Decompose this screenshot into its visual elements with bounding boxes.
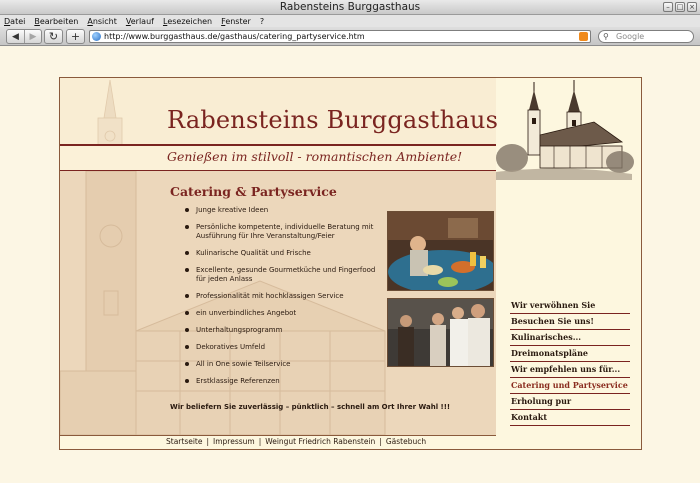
reload-button[interactable]: ↻ [44, 29, 63, 44]
sidebar-navigation: Wir verwöhnen Sie Besuchen Sie uns! Kuli… [510, 298, 630, 426]
footer-separator: | [258, 437, 262, 446]
list-item: Dekoratives Umfeld [185, 343, 385, 352]
back-button[interactable]: ◀ [7, 30, 24, 43]
nav-item-kontakt[interactable]: Kontakt [510, 410, 630, 426]
maximize-button[interactable]: □ [675, 2, 685, 12]
list-item: Unterhaltungsprogramm [185, 326, 385, 335]
footer-link-startseite[interactable]: Startseite [166, 437, 202, 446]
navigation-toolbar: ◀ ▶ ↻ + http://www.burggasthaus.de/gasth… [0, 27, 700, 46]
nav-item-dreimonatsplaene[interactable]: Dreimonatspläne [510, 346, 630, 362]
url-text[interactable]: http://www.burggasthaus.de/gasthaus/cate… [104, 31, 365, 42]
list-item: Excellente, gesunde Gourmetküche und Fin… [185, 266, 385, 284]
plus-icon: + [70, 30, 81, 43]
church-illustration-icon [496, 80, 634, 180]
forward-button[interactable]: ▶ [24, 30, 41, 43]
nav-item-wir-empfehlen-uns[interactable]: Wir empfehlen uns für... [510, 362, 630, 378]
list-item: Professionalität mit hochklassigen Servi… [185, 292, 385, 301]
catering-buffet-photo [387, 211, 494, 291]
menu-lesezeichen[interactable]: Lesezeichen [163, 17, 212, 26]
site-title: Rabensteins Burggasthaus [167, 106, 499, 134]
window-title: Rabensteins Burggasthaus [279, 1, 421, 13]
nav-item-besuchen-sie-uns[interactable]: Besuchen Sie uns! [510, 314, 630, 330]
footer-link-gaestebuch[interactable]: Gästebuch [386, 437, 426, 446]
menu-datei[interactable]: Datei [4, 17, 25, 26]
window-titlebar: Rabensteins Burggasthaus – □ × [0, 0, 700, 15]
address-bar[interactable]: http://www.burggasthaus.de/gasthaus/cate… [89, 30, 591, 43]
page-viewport: Rabensteins Burggasthaus Genießen im sti… [0, 47, 700, 483]
list-item: Kulinarische Qualität und Frische [185, 249, 385, 258]
menu-bearbeiten[interactable]: Bearbeiten [34, 17, 78, 26]
nav-item-catering-partyservice[interactable]: Catering und Partyservice [510, 378, 630, 394]
search-box[interactable]: ⚲ [598, 30, 694, 43]
reload-icon: ↻ [48, 30, 59, 43]
menu-ansicht[interactable]: Ansicht [87, 17, 117, 26]
footer-navigation: Startseite | Impressum | Weingut Friedri… [166, 437, 426, 446]
minimize-button[interactable]: – [663, 2, 673, 12]
close-button[interactable]: × [687, 2, 697, 12]
list-item: Persönliche kompetente, individuelle Ber… [185, 223, 385, 241]
nav-item-erholung-pur[interactable]: Erholung pur [510, 394, 630, 410]
closing-statement: Wir beliefern Sie zuverlässig – pünktlic… [170, 403, 451, 411]
site-favicon-icon [92, 32, 101, 41]
list-item: Erstklassige Referenzen [185, 377, 385, 386]
content-area: Catering & Partyservice Junge kreative I… [60, 171, 496, 435]
menubar: Datei Bearbeiten Ansicht Verlauf Lesezei… [0, 15, 700, 27]
search-icon: ⚲ [603, 32, 609, 41]
footer-separator: | [206, 437, 210, 446]
service-staff-photo [387, 298, 494, 367]
list-item: Junge kreative Ideen [185, 206, 385, 215]
back-forward-group: ◀ ▶ [6, 29, 42, 44]
list-item: ein unverbindliches Angebot [185, 309, 385, 318]
footer-link-impressum[interactable]: Impressum [213, 437, 255, 446]
back-arrow-icon: ◀ [12, 31, 19, 42]
search-input[interactable] [616, 31, 690, 42]
list-item: All in One sowie Teilservice [185, 360, 385, 369]
nav-item-wir-verwoehnen-sie[interactable]: Wir verwöhnen Sie [510, 298, 630, 314]
menu-fenster[interactable]: Fenster [221, 17, 251, 26]
new-tab-button[interactable]: + [66, 29, 85, 44]
footer-separator: | [379, 437, 382, 446]
page-frame: Rabensteins Burggasthaus Genießen im sti… [59, 77, 642, 450]
feature-list: Junge kreative Ideen Persönliche kompete… [185, 206, 385, 386]
section-heading: Catering & Partyservice [170, 184, 337, 199]
window-controls: – □ × [663, 2, 697, 12]
forward-arrow-icon: ▶ [29, 31, 37, 42]
footer-divider [60, 435, 496, 436]
footer-link-weingut[interactable]: Weingut Friedrich Rabenstein [265, 437, 375, 446]
menu-help[interactable]: ? [260, 17, 264, 26]
rss-feed-icon[interactable] [579, 32, 588, 41]
menu-verlauf[interactable]: Verlauf [126, 17, 154, 26]
site-tagline: Genießen im stilvoll - romantischen Ambi… [167, 149, 463, 164]
nav-item-kulinarisches[interactable]: Kulinarisches... [510, 330, 630, 346]
